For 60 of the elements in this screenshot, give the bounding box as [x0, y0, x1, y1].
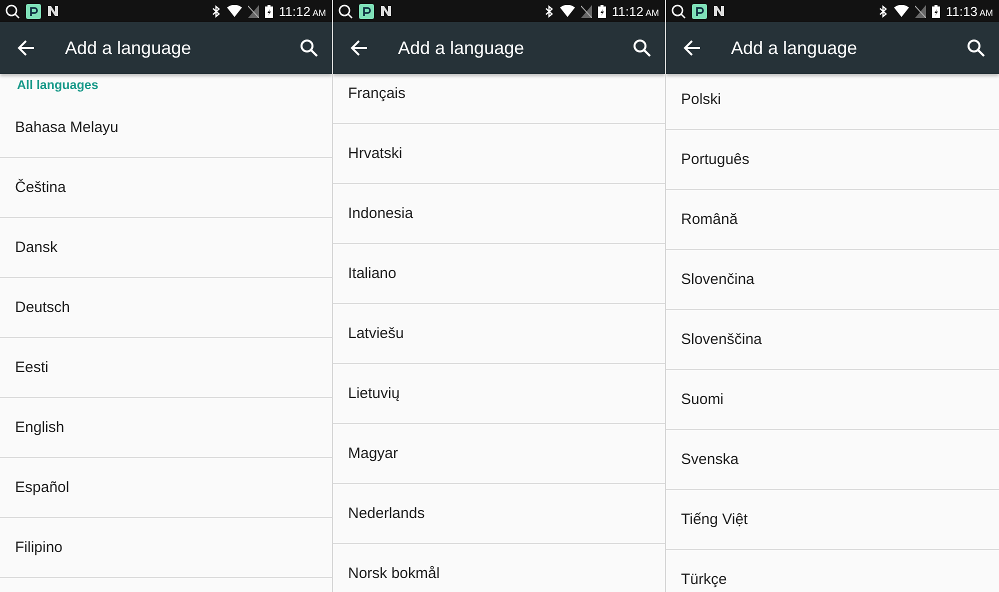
no-sim-icon: [580, 4, 592, 18]
screen-title: Add a language: [398, 38, 526, 58]
notification-icon: [47, 5, 59, 17]
language-item[interactable]: Português: [666, 130, 999, 190]
no-sim-icon: [248, 4, 259, 18]
language-item[interactable]: Svenska: [666, 430, 999, 490]
search-icon[interactable]: [633, 39, 651, 57]
back-arrow-icon[interactable]: [350, 39, 368, 57]
app-icon: [26, 4, 41, 18]
language-item[interactable]: Slovenščina: [666, 310, 999, 370]
app-icon: [692, 4, 707, 18]
battery-icon: [932, 4, 940, 18]
language-item[interactable]: Eesti: [0, 338, 332, 398]
back-arrow-icon[interactable]: [683, 39, 701, 57]
clock: 11:13 AM: [946, 4, 993, 18]
language-item[interactable]: Polski: [666, 74, 999, 130]
language-item[interactable]: Latviešu: [333, 304, 665, 364]
language-item[interactable]: Filipino: [0, 518, 332, 578]
wifi-icon: [226, 5, 242, 17]
no-sim-icon: [914, 4, 926, 18]
section-header: All languages: [16, 77, 100, 94]
screen-title: Add a language: [731, 38, 858, 58]
search-icon[interactable]: [967, 39, 985, 57]
language-item[interactable]: Slovenčina: [666, 250, 999, 310]
language-item[interactable]: Bahasa Melayu: [0, 98, 332, 158]
language-item[interactable]: Suomi: [666, 370, 999, 430]
language-item[interactable]: Türkçe: [666, 550, 999, 592]
language-item[interactable]: Español: [0, 458, 332, 518]
search-icon[interactable]: [300, 39, 318, 57]
notification-icon: [380, 5, 392, 17]
search-icon: [671, 4, 686, 18]
language-item[interactable]: Tiếng Việt: [666, 490, 999, 550]
clock: 11:12 AM: [278, 4, 326, 18]
language-item[interactable]: Dansk: [0, 218, 332, 278]
language-item[interactable]: English: [0, 398, 332, 458]
screen-title: Add a language: [65, 38, 192, 58]
bluetooth-icon: [544, 4, 554, 18]
language-item[interactable]: Čeština: [0, 158, 332, 218]
wifi-icon: [560, 5, 575, 17]
bluetooth-icon: [878, 4, 888, 18]
notification-icon: [713, 5, 725, 17]
language-item[interactable]: Français: [333, 74, 665, 124]
battery-icon: [598, 4, 606, 18]
bluetooth-icon: [212, 4, 221, 18]
search-icon: [5, 4, 20, 18]
language-item[interactable]: Norsk bokmål: [333, 544, 665, 592]
language-item[interactable]: Hrvatski: [333, 124, 665, 184]
language-item[interactable]: Indonesia: [333, 184, 665, 244]
language-item[interactable]: Magyar: [333, 424, 665, 484]
language-item[interactable]: Nederlands: [333, 484, 665, 544]
app-icon: [359, 4, 374, 18]
language-item[interactable]: Italiano: [333, 244, 665, 304]
back-arrow-icon[interactable]: [17, 39, 35, 57]
wifi-icon: [894, 5, 909, 17]
language-item[interactable]: Deutsch: [0, 278, 332, 338]
language-item[interactable]: Română: [666, 190, 999, 250]
battery-icon: [264, 4, 273, 18]
clock: 11:12 AM: [612, 4, 659, 18]
search-icon: [338, 4, 353, 18]
language-item[interactable]: Lietuvių: [333, 364, 665, 424]
